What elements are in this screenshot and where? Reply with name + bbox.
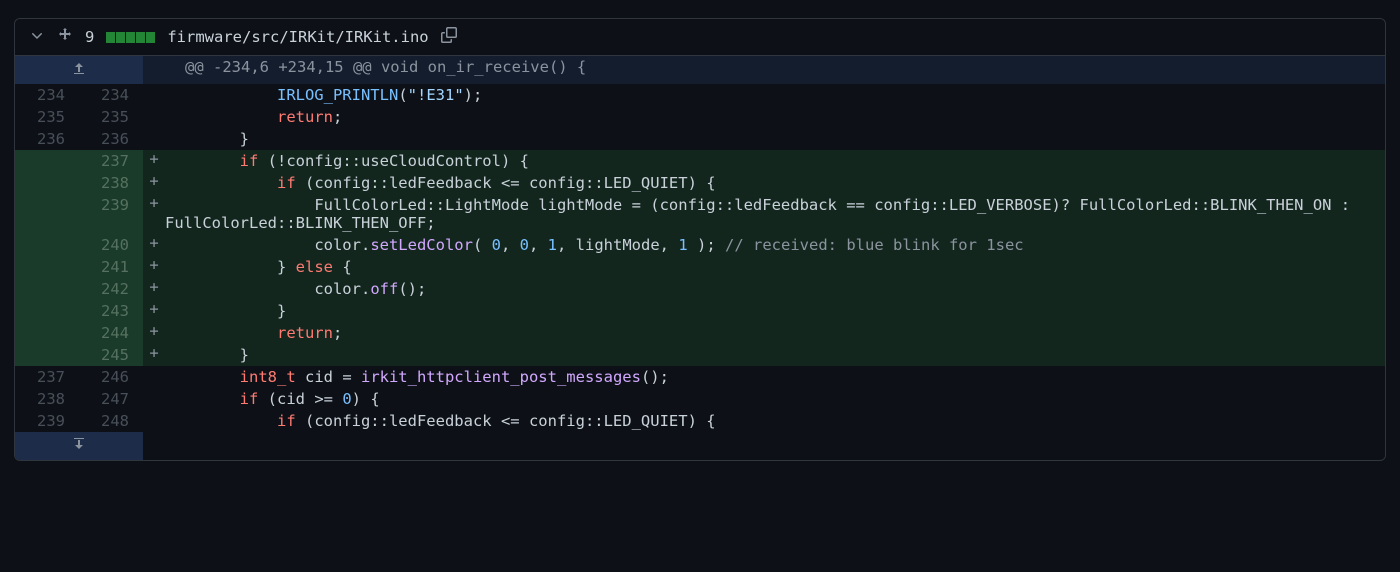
added-line: 241+ } else { [15, 256, 1385, 278]
diff-table: @@ -234,6 +234,15 @@ void on_ir_receive(… [15, 56, 1385, 460]
new-line-number[interactable]: 235 [79, 106, 143, 128]
old-line-number[interactable] [15, 234, 79, 256]
code-content: return; [165, 106, 1385, 128]
old-line-number[interactable] [15, 300, 79, 322]
added-line: 245+ } [15, 344, 1385, 366]
diff-sign [143, 410, 165, 432]
diff-sign [143, 366, 165, 388]
diff-sign [143, 388, 165, 410]
new-line-number[interactable]: 234 [79, 84, 143, 106]
diff-sign: + [143, 172, 165, 194]
code-content: if (config::ledFeedback <= config::LED_Q… [165, 410, 1385, 432]
added-line: 243+ } [15, 300, 1385, 322]
file-path[interactable]: firmware/src/IRKit/IRKit.ino [167, 28, 428, 46]
code-content: } [165, 300, 1385, 322]
change-count: 9 [85, 28, 94, 46]
diff-file: 9 firmware/src/IRKit/IRKit.ino @@ -234,6… [14, 18, 1386, 461]
diff-sign: + [143, 344, 165, 366]
diff-sign: + [143, 194, 165, 234]
old-line-number[interactable]: 234 [15, 84, 79, 106]
drag-handle-icon[interactable] [57, 27, 73, 47]
code-content: FullColorLed::LightMode lightMode = (con… [165, 194, 1385, 234]
code-content: if (cid >= 0) { [165, 388, 1385, 410]
added-line: 239+ FullColorLed::LightMode lightMode =… [15, 194, 1385, 234]
new-line-number[interactable]: 247 [79, 388, 143, 410]
old-line-number[interactable] [15, 172, 79, 194]
file-header: 9 firmware/src/IRKit/IRKit.ino [15, 19, 1385, 56]
old-line-number[interactable] [15, 322, 79, 344]
old-line-number[interactable] [15, 194, 79, 234]
old-line-number[interactable] [15, 256, 79, 278]
new-line-number[interactable]: 243 [79, 300, 143, 322]
context-line: 238247 if (cid >= 0) { [15, 388, 1385, 410]
new-line-number[interactable]: 248 [79, 410, 143, 432]
new-line-number[interactable]: 239 [79, 194, 143, 234]
old-line-number[interactable]: 239 [15, 410, 79, 432]
context-line: 235235 return; [15, 106, 1385, 128]
new-line-number[interactable]: 237 [79, 150, 143, 172]
hunk-text: @@ -234,6 +234,15 @@ void on_ir_receive(… [165, 56, 1385, 84]
diff-sign: + [143, 234, 165, 256]
diff-sign: + [143, 150, 165, 172]
old-line-number[interactable] [15, 150, 79, 172]
expand-down-button[interactable] [15, 432, 143, 460]
code-content: if (config::ledFeedback <= config::LED_Q… [165, 172, 1385, 194]
copy-path-icon[interactable] [441, 27, 457, 47]
context-line: 236236 } [15, 128, 1385, 150]
context-line: 237246 int8_t cid = irkit_httpclient_pos… [15, 366, 1385, 388]
old-line-number[interactable]: 235 [15, 106, 79, 128]
code-content: } [165, 128, 1385, 150]
expand-up-icon [71, 62, 87, 80]
added-line: 238+ if (config::ledFeedback <= config::… [15, 172, 1385, 194]
new-line-number[interactable]: 240 [79, 234, 143, 256]
new-line-number[interactable]: 246 [79, 366, 143, 388]
new-line-number[interactable]: 236 [79, 128, 143, 150]
code-content: } else { [165, 256, 1385, 278]
added-line: 242+ color.off(); [15, 278, 1385, 300]
old-line-number[interactable] [15, 344, 79, 366]
diff-sign: + [143, 278, 165, 300]
diff-sign [143, 128, 165, 150]
code-content: return; [165, 322, 1385, 344]
new-line-number[interactable]: 245 [79, 344, 143, 366]
diff-sign: + [143, 300, 165, 322]
new-line-number[interactable]: 241 [79, 256, 143, 278]
old-line-number[interactable]: 238 [15, 388, 79, 410]
code-content: if (!config::useCloudControl) { [165, 150, 1385, 172]
code-content: color.setLedColor( 0, 0, 1, lightMode, 1… [165, 234, 1385, 256]
diffstat-bars [106, 32, 155, 43]
added-line: 237+ if (!config::useCloudControl) { [15, 150, 1385, 172]
added-line: 240+ color.setLedColor( 0, 0, 1, lightMo… [15, 234, 1385, 256]
diff-sign: + [143, 322, 165, 344]
context-line: 239248 if (config::ledFeedback <= config… [15, 410, 1385, 432]
new-line-number[interactable]: 238 [79, 172, 143, 194]
code-content: color.off(); [165, 278, 1385, 300]
diff-sign [143, 84, 165, 106]
expand-down-icon [71, 438, 87, 456]
new-line-number[interactable]: 244 [79, 322, 143, 344]
code-content: IRLOG_PRINTLN("!E31"); [165, 84, 1385, 106]
expand-up-button[interactable] [15, 56, 143, 84]
old-line-number[interactable]: 237 [15, 366, 79, 388]
expand-down-row[interactable] [15, 432, 1385, 460]
code-content: int8_t cid = irkit_httpclient_post_messa… [165, 366, 1385, 388]
diff-sign [143, 106, 165, 128]
old-line-number[interactable] [15, 278, 79, 300]
context-line: 234234 IRLOG_PRINTLN("!E31"); [15, 84, 1385, 106]
new-line-number[interactable]: 242 [79, 278, 143, 300]
added-line: 244+ return; [15, 322, 1385, 344]
code-content: } [165, 344, 1385, 366]
old-line-number[interactable]: 236 [15, 128, 79, 150]
diff-sign: + [143, 256, 165, 278]
collapse-chevron-icon[interactable] [29, 27, 45, 47]
hunk-header-row: @@ -234,6 +234,15 @@ void on_ir_receive(… [15, 56, 1385, 84]
